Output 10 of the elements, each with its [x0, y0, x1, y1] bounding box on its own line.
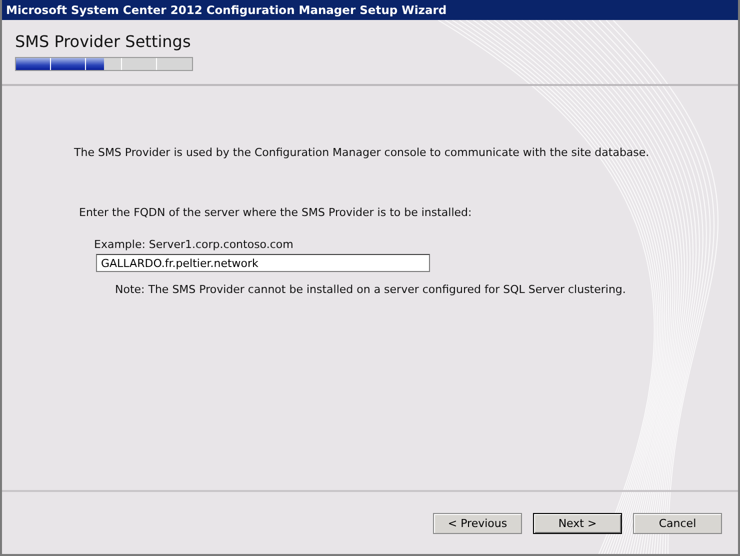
wizard-button[interactable]: Cancel — [633, 512, 722, 534]
wizard-button[interactable]: Next > — [533, 512, 622, 534]
note-text: Note: The SMS Provider cannot be installed on a server configured for SQL Server clustering. — [115, 283, 627, 296]
server-input-field[interactable]: GALLARDO.fr.peltier.network — [96, 254, 430, 272]
example-text: Example: Server1.corp.contoso.com — [94, 238, 294, 251]
window-title: Microsoft System Center 2012 Configuration Manager Setup Wizard — [2, 0, 738, 20]
page-title: SMS Provider Settings — [15, 32, 192, 51]
wizard-button[interactable]: < Previous — [433, 512, 522, 534]
description-text: The SMS Provider is used by the Configuration Manager console to communicate with the site database. — [74, 146, 650, 159]
prompt-text: Enter the FQDN of the server where the SMS Provider is to be installed: — [79, 206, 473, 219]
